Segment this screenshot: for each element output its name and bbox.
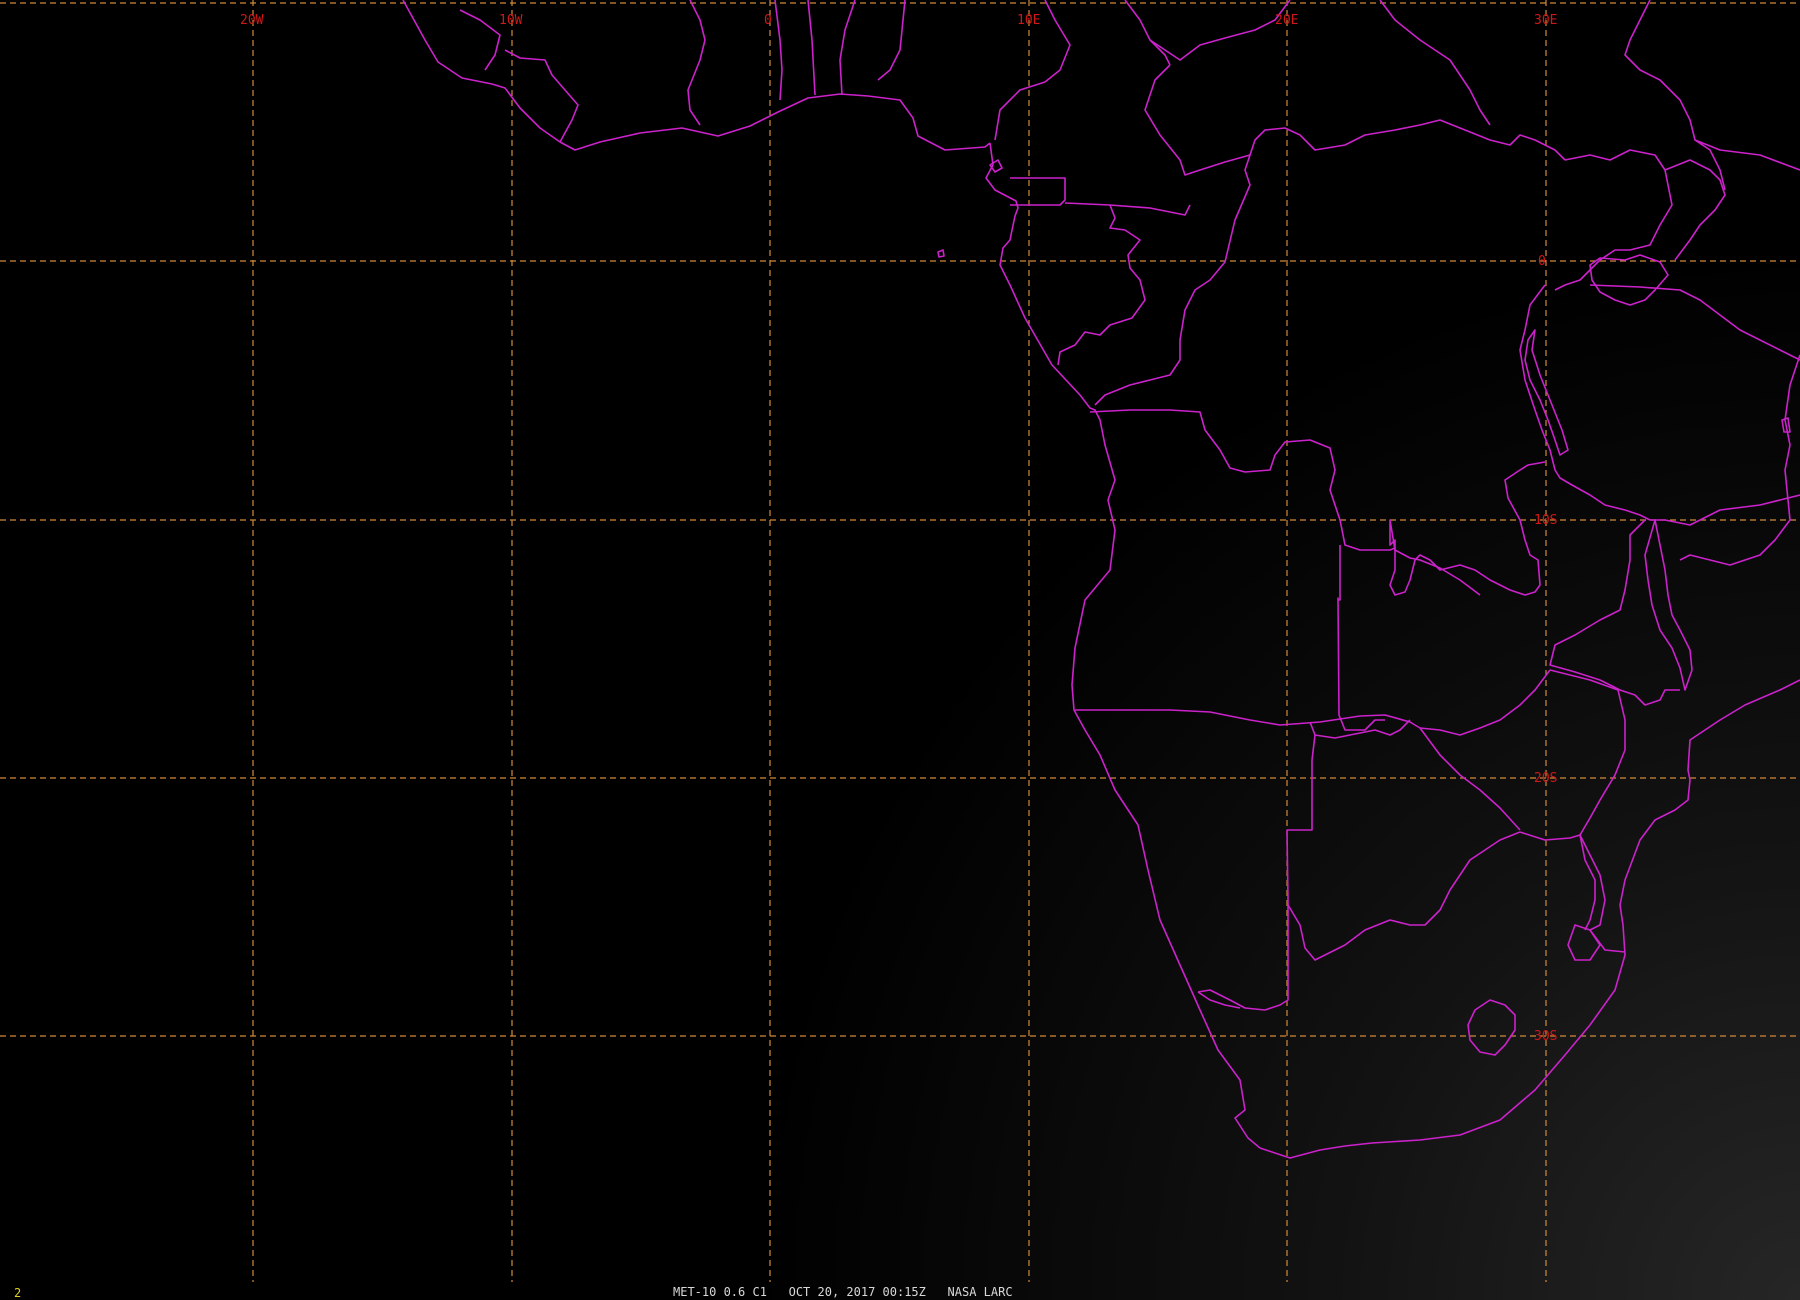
lat-label-0: 0 bbox=[1538, 254, 1546, 269]
lat-label-10s: 10S bbox=[1534, 513, 1557, 528]
lat-label-20s: 20S bbox=[1534, 771, 1557, 786]
satellite-map: 20W 10W 0 10E 20E 30E 0 10S 20S 30S 2 ME… bbox=[0, 0, 1800, 1300]
lon-label-20w: 20W bbox=[240, 13, 264, 28]
lon-label-30e: 30E bbox=[1534, 13, 1557, 28]
lon-label-0: 0 bbox=[764, 13, 772, 28]
imagery-background bbox=[0, 0, 1800, 1300]
frame-number: 2 bbox=[14, 1286, 21, 1300]
image-caption: MET-10 0.6 C1 OCT 20, 2017 00:15Z NASA L… bbox=[673, 1285, 1013, 1299]
lon-label-20e: 20E bbox=[1275, 13, 1298, 28]
lon-label-10w: 10W bbox=[499, 13, 523, 28]
lon-label-10e: 10E bbox=[1017, 13, 1040, 28]
lat-label-30s: 30S bbox=[1534, 1029, 1557, 1044]
